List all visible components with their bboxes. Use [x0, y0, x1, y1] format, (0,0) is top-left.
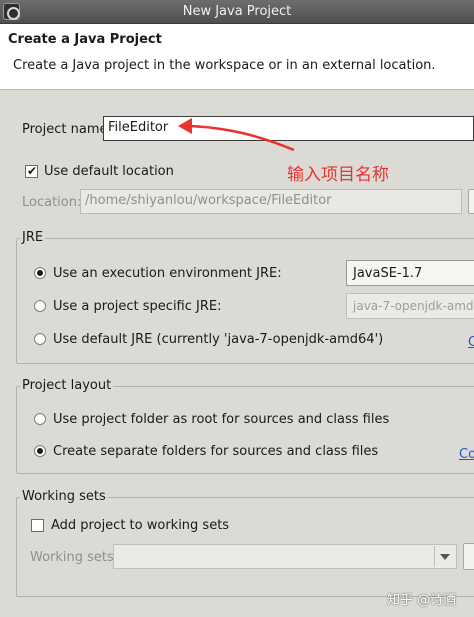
project-specific-jre-value: java-7-openjdk-amd64 [353, 299, 474, 313]
browse-location-button[interactable] [468, 189, 474, 214]
annotation-arrow-icon [178, 118, 295, 152]
wizard-description: Create a Java project in the workspace o… [13, 58, 436, 73]
add-to-working-sets-checkbox[interactable] [31, 519, 44, 532]
use-default-location-checkbox[interactable]: ✔ [25, 164, 38, 178]
wizard-title: Create a Java Project [8, 32, 162, 47]
execution-env-select[interactable]: JavaSE-1.7 [346, 260, 474, 286]
layout-root-folder-label: Use project folder as root for sources a… [53, 412, 390, 427]
jre-execution-env-label: Use an execution environment JRE: [53, 266, 282, 281]
jre-default-label: Use default JRE (currently 'java-7-openj… [53, 332, 384, 347]
add-to-working-sets-label: Add project to working sets [51, 518, 230, 533]
project-name-label: Project name: [22, 122, 112, 137]
checkmark-icon: ✔ [26, 164, 38, 178]
layout-separate-folders-label: Create separate folders for sources and … [53, 444, 379, 459]
select-working-sets-button[interactable] [463, 543, 474, 570]
select-divider [434, 546, 435, 567]
jre-project-specific-radio[interactable] [34, 300, 46, 312]
window-title: New Java Project [182, 4, 292, 19]
configure-jres-link[interactable]: C [468, 335, 474, 350]
window-titlebar: New Java Project [0, 0, 474, 24]
project-specific-jre-select[interactable]: java-7-openjdk-amd64 [346, 293, 474, 319]
jre-project-specific-label: Use a project specific JRE: [53, 299, 222, 314]
watermark: 知乎 @诗酒 [387, 593, 457, 608]
location-value: /home/shiyanlou/workspace/FileEditor [85, 193, 332, 208]
use-default-location-label: Use default location [44, 164, 174, 179]
location-input[interactable]: /home/shiyanlou/workspace/FileEditor [80, 189, 462, 214]
layout-root-folder-radio[interactable] [34, 413, 46, 425]
configure-default-link[interactable]: Co [459, 447, 474, 462]
wizard-header: Create a Java Project Create a Java proj… [0, 24, 474, 90]
jre-group-title: JRE [20, 230, 46, 245]
working-sets-group-title: Working sets [20, 489, 108, 504]
annotation-text: 输入项目名称 [287, 165, 389, 185]
project-layout-group-title: Project layout [20, 378, 114, 393]
jre-default-radio[interactable] [34, 333, 46, 345]
layout-separate-folders-radio[interactable] [34, 445, 46, 457]
chevron-down-icon[interactable] [440, 554, 450, 560]
execution-env-value: JavaSE-1.7 [353, 266, 423, 281]
jre-execution-env-radio[interactable] [34, 267, 46, 279]
project-layout-group [16, 386, 474, 474]
working-sets-select[interactable] [113, 544, 457, 569]
working-sets-label: Working sets: [30, 550, 119, 565]
location-label: Location: [22, 195, 82, 210]
